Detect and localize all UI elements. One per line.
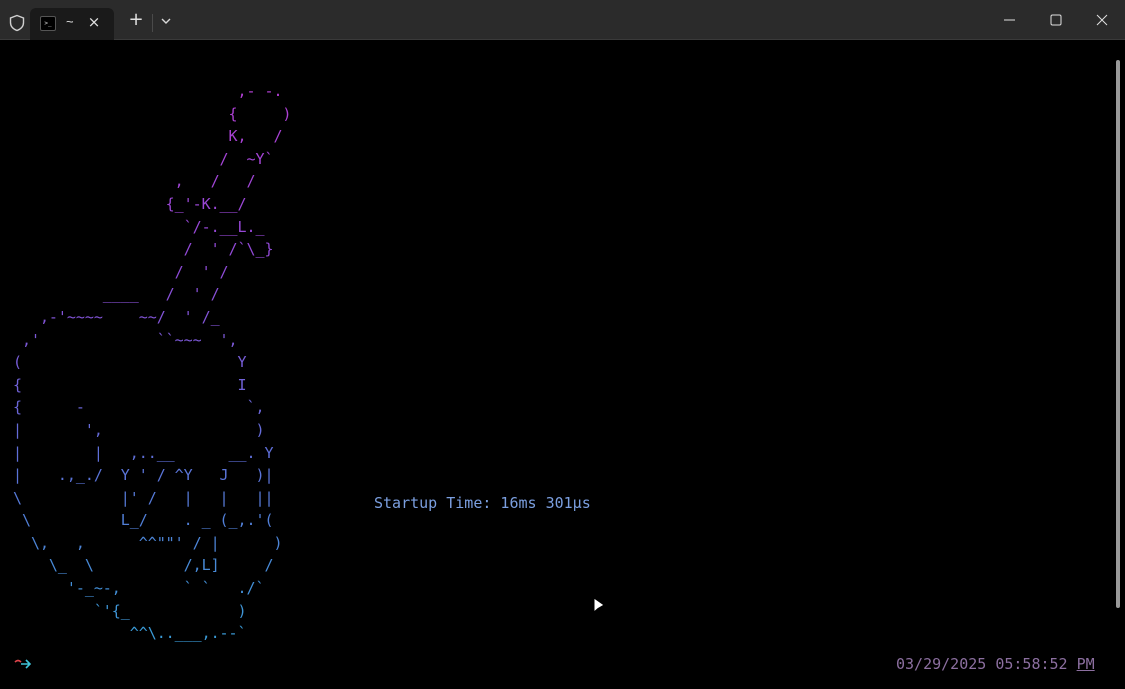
shield-icon (9, 14, 25, 32)
startup-time-text: Startup Time: 16ms 301µs (374, 494, 591, 512)
ascii-art-line: | .,_./ Y ' / ^Y J )| (13, 466, 274, 485)
ascii-art-line: K, / (228, 127, 283, 146)
titlebar-divider (152, 14, 153, 32)
prompt-arrow-icon (14, 659, 32, 669)
ascii-art-line: | | ,..__ __. Y (13, 443, 274, 462)
clock-readout: 03/29/2025 05:58:52 PM (896, 655, 1095, 673)
maximize-icon (1050, 14, 1062, 26)
ascii-art-line: `/-.__L._ (183, 217, 265, 236)
terminal-window: >_ ~ × + ,- -. { ) K, / / ~Y` , / / {_'-… (0, 0, 1125, 689)
ascii-art-line: ( Y (13, 353, 247, 372)
mouse-pointer-icon (593, 597, 605, 614)
ascii-art-line: `'{_ ) (93, 601, 247, 620)
ascii-art-line: { I (13, 375, 247, 394)
maximize-button[interactable] (1033, 0, 1079, 40)
ascii-art-logo: ,- -. { ) K, / / ~Y` , / / {_'-K.__/ `/-… (13, 80, 291, 645)
ascii-art-line: , / / (174, 172, 256, 191)
chevron-down-icon[interactable] (158, 12, 174, 30)
ascii-art-line: ____ / ' / (102, 285, 220, 304)
minimize-icon (1004, 19, 1015, 21)
clock-ampm: PM (1076, 655, 1095, 673)
scrollbar[interactable] (1116, 60, 1120, 608)
ascii-art-line: | ', ) (13, 420, 265, 439)
terminal-icon: >_ (40, 16, 56, 31)
ascii-art-line: \_ \ /,L] / (48, 556, 274, 575)
ascii-art-line: / ~Y` (219, 149, 274, 168)
new-tab-button[interactable]: + (126, 10, 146, 30)
ascii-art-line: { ) (228, 104, 292, 123)
title-bar: >_ ~ × + (0, 0, 1125, 40)
clock-date: 03/29/2025 (896, 655, 987, 673)
ascii-art-line: ,- -. (237, 82, 283, 100)
ascii-art-line: { - `, (13, 398, 265, 417)
ascii-art-line: '-_~-, ` ` ./` (66, 579, 265, 598)
tab-title: ~ (66, 14, 74, 29)
tab-home[interactable]: >_ ~ × (30, 8, 114, 40)
ascii-art-line: \ L_/ . _ (_,.'( (21, 511, 274, 530)
ascii-art-line: ,' ``~~~ ', (21, 330, 238, 349)
ascii-art-line: {_'-K.__/ (165, 194, 247, 213)
ascii-art-line: ^^\..___,.--` (13, 624, 247, 643)
ascii-art-line: \, , ^^""' / | ) (30, 533, 283, 552)
close-button[interactable] (1079, 0, 1125, 40)
terminal-pane[interactable]: ,- -. { ) K, / / ~Y` , / / {_'-K.__/ `/-… (0, 40, 1125, 689)
ascii-art-line: / ' /`\_} (183, 240, 274, 259)
clock-time: 05:58:52 (995, 655, 1068, 673)
ascii-art-line: / ' / (174, 262, 229, 281)
close-icon (1096, 14, 1108, 26)
minimize-button[interactable] (987, 0, 1033, 40)
ascii-art-line: ,-'~~~~ ~~/ ' /_ (39, 307, 220, 326)
ascii-art-line: \ |' / | | || (13, 488, 274, 507)
tab-close-button[interactable]: × (86, 14, 102, 30)
